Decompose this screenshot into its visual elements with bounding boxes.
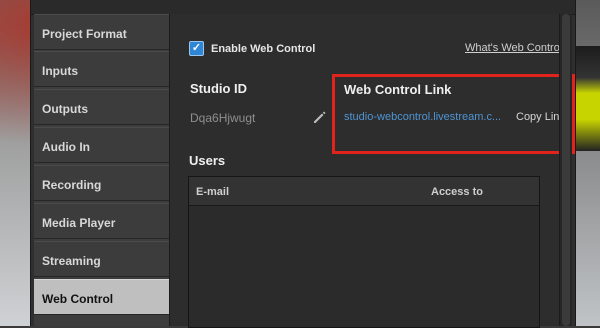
sidebar-item-label: Outputs: [42, 102, 88, 116]
checkmark-icon: ✓: [191, 42, 202, 54]
enable-web-control-checkbox[interactable]: ✓: [189, 41, 204, 56]
sidebar-item-audio-in[interactable]: Audio In: [34, 127, 169, 163]
studio-id-title: Studio ID: [190, 81, 248, 96]
users-table-header: E-mail Access to: [189, 177, 539, 206]
web-control-link-url[interactable]: studio-webcontrol.livestream.c...: [344, 111, 506, 123]
copy-link-button[interactable]: Copy Link: [516, 111, 565, 123]
sidebar-item-label: Project Format: [42, 27, 127, 41]
scrollbar-thumb[interactable]: [562, 14, 570, 326]
sidebar-item-label: Web Control: [42, 292, 114, 306]
column-header-access[interactable]: Access to: [431, 186, 483, 198]
sidebar-item-label: Media Player: [42, 216, 116, 230]
sidebar-item-inputs[interactable]: Inputs: [34, 51, 169, 87]
web-control-link-title: Web Control Link: [344, 82, 452, 97]
sidebar-item-label: Streaming: [42, 254, 101, 268]
studio-id-value: Dqa6Hjwugt: [190, 111, 256, 125]
pencil-icon[interactable]: [311, 109, 327, 125]
sidebar-item-label: Audio In: [42, 140, 90, 154]
sidebar-item-recording[interactable]: Recording: [34, 165, 169, 201]
sidebar-item-media-player[interactable]: Media Player: [34, 203, 169, 239]
settings-dialog: Project Format Inputs Outputs Audio In R…: [30, 0, 576, 328]
sidebar-item-outputs[interactable]: Outputs: [34, 89, 169, 125]
sidebar-item-streaming[interactable]: Streaming: [34, 241, 169, 277]
whats-web-control-link[interactable]: What's Web Control?: [465, 42, 568, 54]
sidebar-item-project-format[interactable]: Project Format: [34, 14, 169, 50]
sidebar-item-label: Inputs: [42, 64, 78, 78]
settings-sidebar: Project Format Inputs Outputs Audio In R…: [34, 14, 170, 326]
enable-web-control-label[interactable]: Enable Web Control: [211, 43, 315, 55]
users-title: Users: [189, 153, 226, 168]
column-header-email[interactable]: E-mail: [196, 186, 229, 198]
dialog-topbar: [31, 0, 575, 15]
users-table: E-mail Access to: [188, 176, 540, 328]
sidebar-item-web-control[interactable]: Web Control: [34, 279, 169, 315]
sidebar-item-label: Recording: [42, 178, 102, 192]
panel-scrollbar[interactable]: [559, 14, 572, 326]
